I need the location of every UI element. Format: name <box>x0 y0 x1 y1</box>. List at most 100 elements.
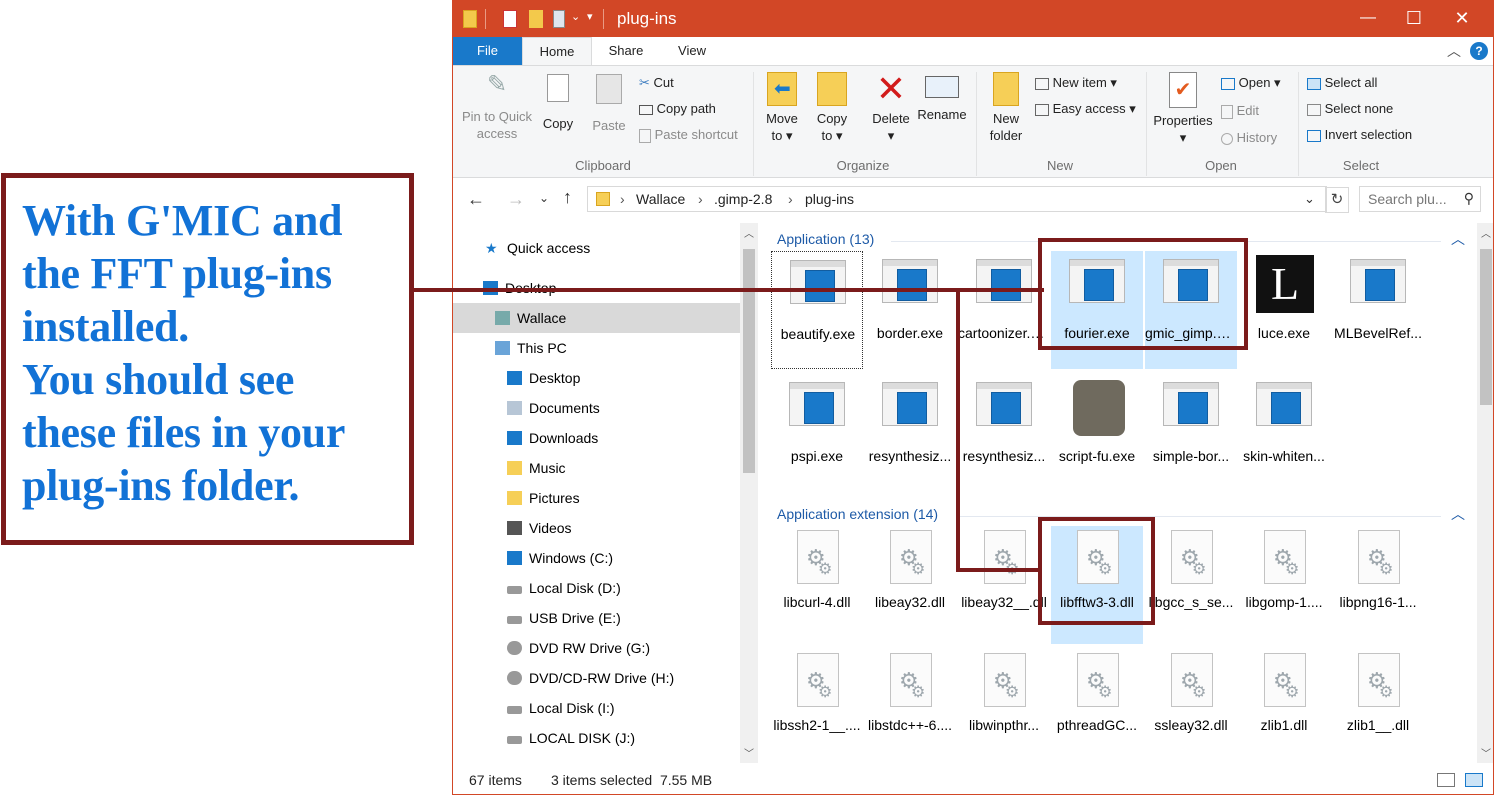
delete-button[interactable]: ✕ Delete ▾ <box>867 71 915 144</box>
edit-button[interactable]: Edit <box>1221 100 1259 122</box>
file-item[interactable]: ⚙ ⚙ ssleay32.dll <box>1145 649 1237 759</box>
maximize-button[interactable]: ☐ <box>1391 1 1437 37</box>
recent-locations-icon[interactable]: ⌄ <box>539 191 549 205</box>
disk-icon <box>507 706 522 714</box>
nav-item-usb-drive-e[interactable]: USB Drive (E:) <box>453 603 758 633</box>
file-item[interactable]: ⚙ ⚙ libpng16-1... <box>1332 526 1424 644</box>
file-item[interactable]: script-fu.exe <box>1051 374 1143 492</box>
refresh-icon[interactable]: ↻ <box>1325 187 1349 213</box>
file-item[interactable]: ⚙ ⚙ pthreadGC... <box>1051 649 1143 759</box>
breadcrumb-plugins[interactable]: plug-ins <box>805 191 854 207</box>
nav-item-removable-k[interactable]: REMOVABLE (K:) <box>453 751 758 759</box>
copy-button[interactable]: Copy <box>535 74 581 132</box>
copy-to-button[interactable]: Copy to ▾ <box>809 72 855 144</box>
file-item[interactable]: ⚙ ⚙ zlib1.dll <box>1238 649 1330 759</box>
nav-item-desktop[interactable]: Desktop <box>453 363 758 393</box>
nav-item-local-disk-d[interactable]: Local Disk (D:) <box>453 573 758 603</box>
select-all-button[interactable]: Select all <box>1307 72 1377 94</box>
tab-file[interactable]: File <box>453 37 522 65</box>
rename-button[interactable]: Rename <box>917 72 967 123</box>
file-item[interactable]: pspi.exe <box>771 374 863 492</box>
address-bar[interactable]: › Wallace › .gimp-2.8 › plug-ins ⌄ <box>587 186 1327 212</box>
easy-access-button[interactable]: Easy access ▾ <box>1035 98 1136 120</box>
file-item[interactable]: resynthesiz... <box>958 374 1050 492</box>
group-header[interactable]: Application extension (14) <box>777 506 938 522</box>
nav-item-local-disk-i[interactable]: Local Disk (I:) <box>453 693 758 723</box>
group-header[interactable]: Application (13) <box>777 231 874 247</box>
rename-quick-icon[interactable] <box>553 10 565 28</box>
disk-icon <box>507 586 522 594</box>
file-item[interactable]: cartoonizer.exe <box>958 251 1050 369</box>
nav-item-videos[interactable]: Videos <box>453 513 758 543</box>
select-none-button[interactable]: Select none <box>1307 98 1393 120</box>
open-button[interactable]: Open ▾ <box>1221 72 1281 94</box>
cut-button[interactable]: ✂ Cut <box>639 72 674 94</box>
file-item[interactable]: ⚙ ⚙ libwinpthr... <box>958 649 1050 759</box>
nav-item-downloads[interactable]: Downloads <box>453 423 758 453</box>
nav-item-music[interactable]: Music <box>453 453 758 483</box>
file-item[interactable]: Lluce.exe <box>1238 251 1330 369</box>
nav-item-dvd-rw-drive-g[interactable]: DVD RW Drive (G:) <box>453 633 758 663</box>
tab-view[interactable]: View <box>659 37 725 65</box>
nav-item-local-disk-j[interactable]: LOCAL DISK (J:) <box>453 723 758 753</box>
new-item-button[interactable]: New item ▾ <box>1035 72 1117 94</box>
nav-item-windows-c[interactable]: Windows (C:) <box>453 543 758 573</box>
nav-item-wallace[interactable]: Wallace <box>453 303 758 333</box>
tab-home[interactable]: Home <box>522 37 592 66</box>
new-folder-button[interactable]: New folder <box>983 72 1029 144</box>
nav-item-documents[interactable]: Documents <box>453 393 758 423</box>
file-item[interactable]: beautify.exe <box>771 251 863 369</box>
copy-path-button[interactable]: Copy path <box>639 98 716 120</box>
nav-item-pictures[interactable]: Pictures <box>453 483 758 513</box>
address-dropdown-icon[interactable]: ⌄ <box>1304 191 1315 207</box>
properties-quick-icon[interactable] <box>503 10 517 28</box>
tab-share[interactable]: Share <box>595 37 657 65</box>
breadcrumb-gimp[interactable]: .gimp-2.8 <box>714 191 772 207</box>
move-to-button[interactable]: ⬅ Move to ▾ <box>759 72 805 144</box>
file-item[interactable]: MLBevelRef... <box>1332 251 1424 369</box>
file-item[interactable]: simple-bor... <box>1145 374 1237 492</box>
file-item[interactable]: ⚙ ⚙ libssh2-1__.... <box>771 649 863 759</box>
back-arrow-icon[interactable]: ← <box>467 189 485 210</box>
customize-toolbar-icon[interactable]: ▾ <box>587 10 593 23</box>
history-button[interactable]: History <box>1221 127 1277 149</box>
properties-button[interactable]: ✔ Properties ▾ <box>1151 72 1215 146</box>
application-icon <box>1350 259 1406 303</box>
nav-scrollbar[interactable]: ︿ ﹀ <box>740 223 758 763</box>
help-icon[interactable]: ? <box>1470 42 1488 60</box>
paste-shortcut-button[interactable]: Paste shortcut <box>639 124 738 146</box>
nav-item-this-pc[interactable]: This PC <box>453 333 758 363</box>
content-scrollbar[interactable]: ︿ ﹀ <box>1477 223 1493 763</box>
chevron-down-icon[interactable]: ⌄ <box>571 10 580 23</box>
minimize-button[interactable]: — <box>1345 1 1391 37</box>
collapse-group-icon[interactable]: ︿ <box>1451 504 1465 524</box>
close-button[interactable]: ✕ <box>1439 1 1485 37</box>
file-item[interactable]: ⚙ ⚙ libeay32.dll <box>864 526 956 644</box>
search-input[interactable]: Search plu... ⚲ <box>1359 186 1481 212</box>
file-item[interactable]: ⚙ ⚙ libcurl-4.dll <box>771 526 863 644</box>
forward-arrow-icon[interactable]: → <box>507 189 525 210</box>
paste-button[interactable]: Paste <box>587 74 631 134</box>
application-icon <box>790 260 846 304</box>
file-item[interactable]: ⚙⚙ libeay32__.dll <box>958 526 1050 644</box>
pin-to-quick-access-button[interactable]: ✎ Pin to Quick access <box>459 73 535 142</box>
group-label-clipboard: Clipboard <box>575 158 631 173</box>
file-item[interactable]: border.exe <box>864 251 956 369</box>
nav-item-dvd-cd-rw-drive-h[interactable]: DVD/CD-RW Drive (H:) <box>453 663 758 693</box>
collapse-group-icon[interactable]: ︿ <box>1451 229 1465 249</box>
details-view-icon[interactable] <box>1437 773 1455 787</box>
up-arrow-icon[interactable]: ↑ <box>563 187 572 208</box>
nav-item-quick-access[interactable]: ★ Quick access <box>453 233 758 263</box>
file-item[interactable]: resynthesiz... <box>864 374 956 492</box>
large-icons-view-icon[interactable] <box>1465 773 1483 787</box>
breadcrumb-separator-icon: › <box>620 191 625 207</box>
breadcrumb-wallace[interactable]: Wallace <box>636 191 685 207</box>
file-item[interactable]: ⚙ ⚙ zlib1__.dll <box>1332 649 1424 759</box>
file-item[interactable]: ⚙ ⚙ libgomp-1.... <box>1238 526 1330 644</box>
file-item[interactable]: skin-whiten... <box>1238 374 1330 492</box>
invert-selection-button[interactable]: Invert selection <box>1307 124 1412 146</box>
file-item[interactable]: ⚙ ⚙ libgcc_s_se... <box>1145 526 1237 644</box>
file-item[interactable]: ⚙ ⚙ libstdc++-6.... <box>864 649 956 759</box>
collapse-ribbon-icon[interactable]: ︿ <box>1447 41 1461 61</box>
new-folder-quick-icon[interactable] <box>529 10 543 28</box>
